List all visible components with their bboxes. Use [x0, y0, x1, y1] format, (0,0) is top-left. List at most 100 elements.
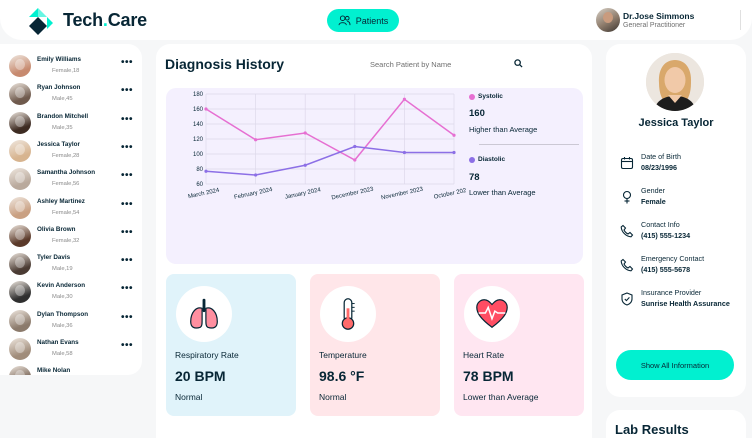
blood-pressure-chart: 60 80 100 120 140 160 180 March 2024 February 20…: [188, 92, 466, 202]
vital-status: Lower than Average: [463, 392, 539, 402]
temperature-card: Temperature 98.6 °F Normal: [310, 274, 440, 416]
info-label: Date of Birth: [641, 152, 681, 161]
y-tick-label: 140: [193, 122, 204, 128]
blood-pressure-chart-card: 60 80 100 120 140 160 180 March 2024 February 20…: [166, 88, 583, 264]
more-options-icon[interactable]: •••: [121, 256, 135, 267]
patient-meta: Female,56: [52, 181, 80, 188]
vital-value: 78 BPM: [463, 368, 514, 384]
search-patient-input[interactable]: [370, 57, 520, 71]
data-point: [303, 163, 307, 167]
info-value: 08/23/1996: [641, 163, 677, 172]
patient-row[interactable]: Kevin Anderson Male,30 •••: [0, 279, 142, 307]
systolic-note: Higher than Average: [469, 125, 538, 134]
patient-row[interactable]: Mike Nolan: [0, 364, 142, 375]
more-options-icon[interactable]: •••: [121, 312, 135, 324]
patient-meta: Male,45: [52, 96, 73, 103]
patient-row[interactable]: Brandon Mitchell Male,35 •••: [0, 110, 142, 138]
patient-row[interactable]: Jessica Taylor Female,28 •••: [0, 138, 142, 166]
search-icon[interactable]: [514, 59, 523, 68]
female-icon: [622, 190, 632, 204]
patient-avatar: [9, 366, 31, 375]
data-point: [353, 144, 357, 149]
emergency-contact-field: Emergency Contact (415) 555-5678: [618, 254, 746, 286]
more-options-icon[interactable]: •••: [121, 227, 135, 239]
patient-meta: Male,35: [52, 124, 73, 131]
patient-name: Ryan Johnson: [37, 84, 81, 92]
patient-meta: Male,30: [52, 294, 73, 301]
patient-meta: Male,36: [52, 322, 73, 329]
systolic-value: 160: [469, 108, 485, 119]
doctor-avatar[interactable]: [596, 8, 620, 32]
thermometer-icon: [320, 286, 376, 342]
x-tick-label: November 2023: [381, 187, 425, 202]
patient-avatar: [9, 55, 31, 77]
patient-avatar: [9, 281, 31, 304]
y-tick-label: 120: [193, 137, 204, 143]
legend-divider: [479, 144, 579, 145]
patient-meta: Male,19: [52, 266, 73, 273]
series-line-diastolic: [205, 145, 454, 176]
patient-meta: Female,18: [52, 68, 80, 74]
doctor-role: General Practitioner: [623, 22, 686, 29]
patient-name: Emily Williams: [37, 56, 82, 63]
data-point: [452, 150, 456, 155]
info-value: (415) 555-5678: [641, 265, 691, 274]
more-options-icon[interactable]: •••: [121, 142, 135, 154]
divider: [740, 10, 741, 30]
patient-row[interactable]: Nathan Evans Male,58 •••: [0, 336, 142, 364]
shield-icon: [621, 292, 633, 306]
patient-row[interactable]: Ashley Martinez Female,54 •••: [0, 195, 142, 223]
patient-row[interactable]: Olivia Brown Female,32 •••: [0, 223, 142, 251]
more-options-icon[interactable]: •••: [121, 341, 135, 352]
patient-row[interactable]: Ryan Johnson Male,45 •••: [0, 81, 142, 109]
vital-status: Normal: [175, 392, 203, 402]
respiratory-rate-card: Respiratory Rate 20 BPM Normal: [166, 274, 296, 416]
patient-name: Jessica Taylor: [37, 140, 80, 148]
patient-row[interactable]: Samantha Johnson Female,56 •••: [0, 166, 142, 194]
patient-name: Dylan Thompson: [37, 310, 89, 318]
patient-avatar: [9, 196, 31, 219]
more-options-icon[interactable]: •••: [121, 284, 135, 295]
vital-label: Heart Rate: [463, 350, 505, 360]
patient-name: Olivia Brown: [37, 225, 76, 233]
patient-row[interactable]: Emily Williams Female,18 •••: [0, 53, 142, 81]
diastolic-note: Lower than Average: [469, 188, 536, 197]
nav-patients-tab[interactable]: Patients: [327, 9, 399, 32]
logo-icon[interactable]: [26, 5, 56, 35]
phone-icon: [620, 224, 634, 238]
data-point: [204, 169, 208, 173]
data-point: [353, 158, 357, 162]
patient-name: Brandon Mitchell: [37, 112, 89, 120]
patient-photo: [646, 53, 704, 111]
y-tick-label: 80: [196, 167, 203, 173]
dob-field: Date of Birth 08/23/1996: [618, 152, 746, 184]
group-icon: [338, 15, 351, 26]
info-label: Insurance Provider: [641, 288, 702, 297]
calendar-icon: [620, 157, 634, 170]
patient-name: Samantha Johnson: [37, 169, 96, 177]
lab-results-panel: Lab Results: [606, 410, 746, 438]
heart-rate-card: Heart Rate 78 BPM Lower than Average: [454, 274, 584, 416]
more-options-icon[interactable]: •••: [121, 86, 135, 97]
more-options-icon[interactable]: •••: [121, 58, 135, 69]
more-options-icon[interactable]: •••: [121, 171, 135, 182]
more-options-icon[interactable]: •••: [121, 114, 135, 126]
patient-meta: Male,58: [52, 351, 73, 357]
data-point: [303, 131, 307, 135]
patient-row[interactable]: Tyler Davis Male,19 •••: [0, 251, 142, 279]
diastolic-legend-dot: [469, 157, 475, 163]
info-value: Female: [641, 197, 666, 206]
more-options-icon[interactable]: •••: [121, 199, 135, 211]
y-tick-label: 100: [193, 152, 204, 158]
diagnosis-title: Diagnosis History: [165, 56, 285, 72]
patient-meta: Female,32: [52, 237, 80, 244]
diastolic-value: 78: [469, 172, 480, 183]
patient-avatar: [9, 309, 31, 332]
info-value: Sunrise Health Assurance: [641, 299, 730, 308]
show-all-information-button[interactable]: Show All Information: [616, 350, 734, 380]
y-tick-label: 60: [196, 182, 203, 188]
vital-label: Temperature: [319, 350, 367, 360]
patient-row[interactable]: Dylan Thompson Male,36 •••: [0, 308, 142, 336]
patient-avatar: [9, 253, 31, 276]
patient-avatar: [9, 83, 31, 106]
